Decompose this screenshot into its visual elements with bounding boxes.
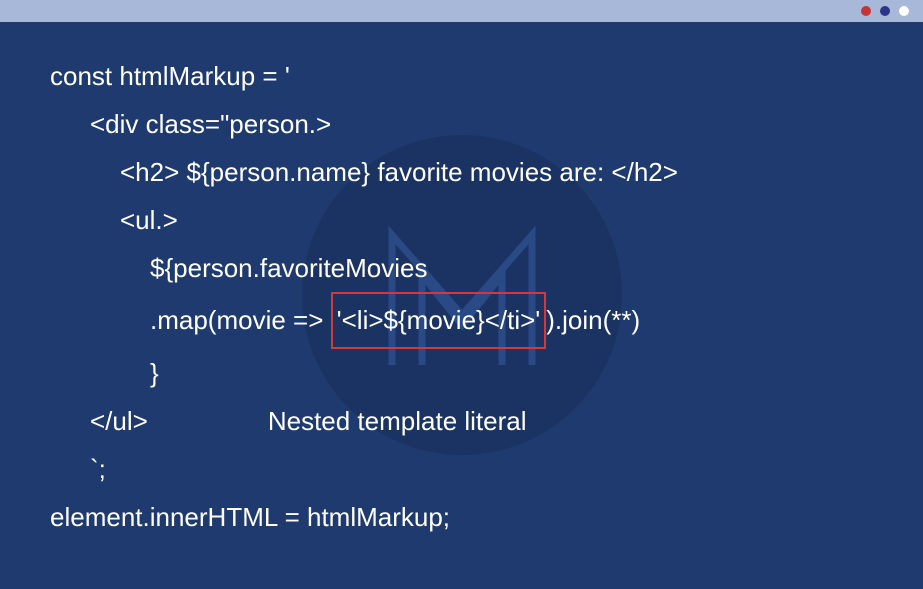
code-line-3: <h2> ${person.name} favorite movies are:… xyxy=(50,148,873,196)
code-line-4: <ul.> xyxy=(50,196,873,244)
code-line-9: `; xyxy=(50,445,873,493)
code-text: .map(movie => xyxy=(150,305,331,335)
code-block: const htmlMarkup = ' <div class="person.… xyxy=(0,22,923,561)
window-dot-blue xyxy=(880,6,890,16)
code-text: const htmlMarkup = ' xyxy=(50,61,290,91)
annotation-label: Nested template literal xyxy=(268,397,527,445)
code-text: '<li>${movie}</ti>' xyxy=(337,305,541,335)
code-text: ${person.favoriteMovies xyxy=(150,253,427,283)
window-dot-white xyxy=(899,6,909,16)
code-text: } xyxy=(150,358,159,388)
code-line-8: </ul> Nested template literal xyxy=(50,397,873,445)
code-line-10: element.innerHTML = htmlMarkup; xyxy=(50,493,873,541)
code-text: element.innerHTML = htmlMarkup; xyxy=(50,502,450,532)
code-line-6: .map(movie => '<li>${movie}</ti>').join(… xyxy=(50,292,873,348)
window-titlebar xyxy=(0,0,923,22)
code-text: <ul.> xyxy=(120,205,178,235)
window-dot-red xyxy=(861,6,871,16)
code-text: <div class="person.> xyxy=(90,109,331,139)
code-text: ).join(**) xyxy=(546,305,640,335)
code-text: </ul> xyxy=(90,397,148,445)
code-line-2: <div class="person.> xyxy=(50,100,873,148)
highlighted-nested-template: '<li>${movie}</ti>' xyxy=(331,292,547,348)
code-text: `; xyxy=(90,454,106,484)
code-line-5: ${person.favoriteMovies xyxy=(50,244,873,292)
code-line-7: } xyxy=(50,349,873,397)
code-text: <h2> ${person.name} favorite movies are:… xyxy=(120,157,678,187)
code-line-1: const htmlMarkup = ' xyxy=(50,52,873,100)
